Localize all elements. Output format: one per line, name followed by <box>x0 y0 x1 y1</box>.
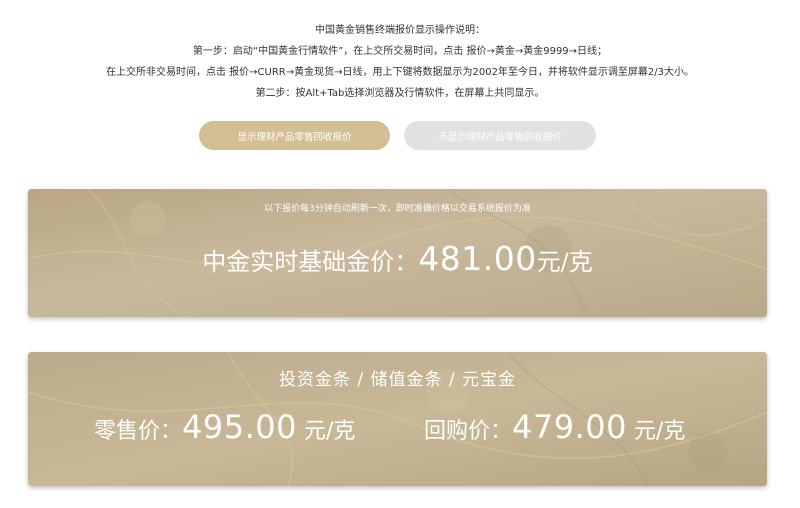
instructions-step-2: 第二步：按Alt+Tab选择浏览器及行情软件，在屏幕上共同显示。 <box>255 88 545 99</box>
hide-products-button[interactable]: 不显示理财产品零售回收报价 <box>404 121 596 150</box>
retail-price: 零售价：495.00 元/克 <box>94 408 355 446</box>
base-gold-price: 中金实时基础金价：481.00元/克 <box>28 239 767 278</box>
instructions-step-1: 第一步：启动“中国黄金行情软件”，在上交所交易时间，点击 报价→黄金→黄金999… <box>192 46 608 57</box>
operation-instructions: 中国黄金销售终端报价显示操作说明： 第一步：启动“中国黄金行情软件”，在上交所交… <box>0 20 800 104</box>
base-price-unit: 元/克 <box>536 248 593 276</box>
buyback-price-label: 回购价： <box>424 419 513 444</box>
buyback-price-value: 479.00 <box>512 408 627 446</box>
retail-price-unit: 元/克 <box>296 419 356 444</box>
base-price-card: 以下报价每3分钟自动刷新一次，即时准确价格以交易系统报价为准 中金实时基础金价：… <box>28 189 767 317</box>
retail-price-label: 零售价： <box>94 419 183 444</box>
retail-price-value: 495.00 <box>182 408 297 446</box>
instructions-title: 中国黄金销售终端报价显示操作说明： <box>315 25 485 36</box>
instructions-step-1-offhours: 在上交所非交易时间，点击 报价→CURR→黄金现货→日线，用上下键将数据显示为2… <box>105 67 695 78</box>
base-price-value: 481.00 <box>418 239 537 278</box>
buyback-price-unit: 元/克 <box>626 419 686 444</box>
product-price-card: 投资金条 / 储值金条 / 元宝金 零售价：495.00 元/克 回购价：479… <box>28 352 767 486</box>
refresh-note: 以下报价每3分钟自动刷新一次，即时准确价格以交易系统报价为准 <box>264 204 531 214</box>
buyback-price: 回购价：479.00 元/克 <box>424 408 685 446</box>
product-category-title: 投资金条 / 储值金条 / 元宝金 <box>278 370 517 390</box>
show-products-button[interactable]: 显示理财产品零售回收报价 <box>199 121 390 150</box>
base-price-label: 中金实时基础金价： <box>202 248 419 276</box>
